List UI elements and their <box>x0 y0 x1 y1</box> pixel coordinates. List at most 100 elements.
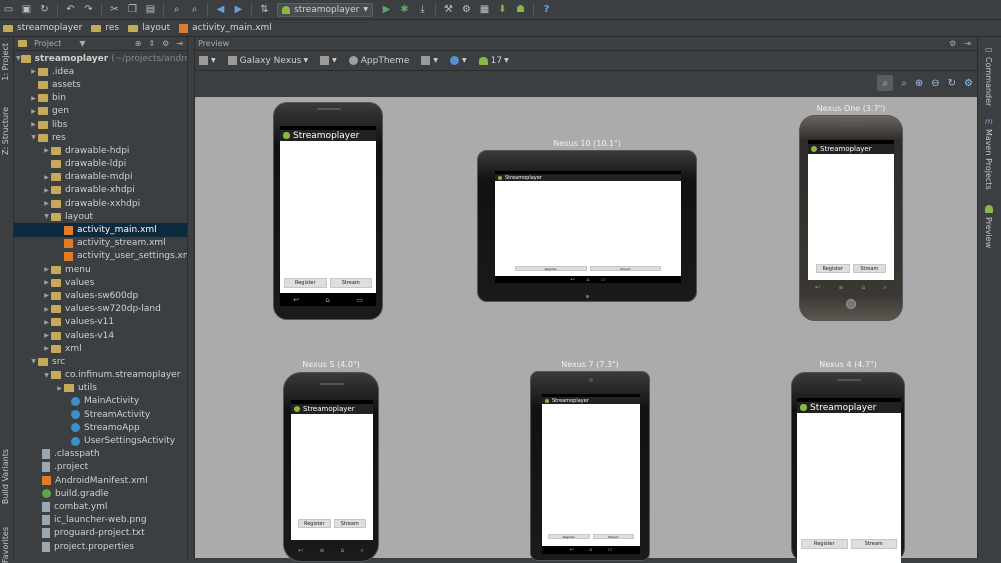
expand-arrow-icon[interactable]: ▶ <box>42 200 51 207</box>
panel-splitter[interactable] <box>188 37 195 558</box>
expand-arrow-icon[interactable]: ▶ <box>42 319 51 326</box>
sdk-manager-icon[interactable]: ⬇ <box>497 4 508 15</box>
stream-button[interactable]: Stream <box>592 534 634 539</box>
make-icon[interactable]: ⇅ <box>259 4 270 15</box>
breadcrumb-item-layout[interactable]: layout <box>128 23 170 33</box>
register-button[interactable]: Register <box>515 266 587 271</box>
gear-icon[interactable]: ⚙ <box>162 39 169 48</box>
attach-debugger-icon[interactable]: ⤓ <box>417 4 428 15</box>
tree-item-launcher-png[interactable]: ic_launcher-web.png <box>14 514 187 527</box>
options-gear-icon[interactable]: ⚙ <box>964 78 973 89</box>
stream-button[interactable]: Stream <box>852 264 886 273</box>
expand-arrow-icon[interactable]: ▶ <box>29 121 38 128</box>
project-structure-icon[interactable]: ⚒ <box>443 4 454 15</box>
breadcrumb-item-res[interactable]: res <box>91 23 119 33</box>
register-button[interactable]: Register <box>284 278 327 288</box>
tree-item-proguard[interactable]: proguard-project.txt <box>14 527 187 540</box>
expand-arrow-icon[interactable]: ▶ <box>42 345 51 352</box>
tab-build-variants[interactable]: Build Variants <box>1 449 10 504</box>
tree-item-classpath[interactable]: .classpath <box>14 448 187 461</box>
expand-arrow-icon[interactable]: ▶ <box>42 279 51 286</box>
device-select[interactable]: Galaxy Nexus ▼ <box>227 56 308 66</box>
redo-icon[interactable]: ↷ <box>83 4 94 15</box>
tree-item-values-v11[interactable]: ▶ values-v11 <box>14 316 187 329</box>
tree-item-values-v14[interactable]: ▶ values-v14 <box>14 329 187 342</box>
expand-arrow-icon[interactable]: ▶ <box>42 147 51 154</box>
expand-arrow-icon[interactable]: ▶ <box>42 187 51 194</box>
sync-icon[interactable]: ↻ <box>39 4 50 15</box>
stream-button[interactable]: Stream <box>589 266 661 271</box>
register-button[interactable]: Register <box>816 264 850 273</box>
stream-button[interactable]: Stream <box>850 539 897 549</box>
expand-arrow-icon[interactable]: ▶ <box>42 306 51 313</box>
expand-arrow-icon[interactable]: ▶ <box>42 266 51 273</box>
tree-item-user-settings-activity[interactable]: UserSettingsActivity <box>14 434 187 447</box>
locale-select[interactable]: ▼ <box>450 56 467 65</box>
back-icon[interactable]: ◀ <box>215 4 226 15</box>
tree-item-gen[interactable]: ▶ gen <box>14 105 187 118</box>
tree-item-values[interactable]: ▶ values <box>14 276 187 289</box>
expand-arrow-icon[interactable]: ▶ <box>29 108 38 115</box>
zoom-in-icon[interactable]: ⊕ <box>915 78 923 89</box>
tree-item-combat-yml[interactable]: combat.yml <box>14 500 187 513</box>
tree-item-menu[interactable]: ▶ menu <box>14 263 187 276</box>
run-icon[interactable]: ▶ <box>381 4 392 15</box>
cut-icon[interactable]: ✂ <box>109 4 120 15</box>
tree-item-src[interactable]: ▼ src <box>14 355 187 368</box>
tree-item-stream-activity[interactable]: StreamActivity <box>14 408 187 421</box>
register-button[interactable]: Register <box>801 539 848 549</box>
expand-arrow-icon[interactable]: ▶ <box>42 174 51 181</box>
tree-item-values-sw600dp[interactable]: ▶ values-sw600dp <box>14 289 187 302</box>
tree-item-bin[interactable]: ▶ bin <box>14 92 187 105</box>
tree-item-utils[interactable]: ▶ utils <box>14 382 187 395</box>
forward-icon[interactable]: ▶ <box>233 4 244 15</box>
tree-item-libs[interactable]: ▶ libs <box>14 118 187 131</box>
tree-item-res[interactable]: ▼ res <box>14 131 187 144</box>
tree-item-streamo-app[interactable]: StreamoApp <box>14 421 187 434</box>
copy-icon[interactable]: ❐ <box>127 4 138 15</box>
run-configuration-select[interactable]: streamoplayer ▼ <box>277 2 373 17</box>
expand-arrow-icon[interactable]: ▼ <box>42 213 51 220</box>
tree-item-activity-user-settings[interactable]: activity_user_settings.xml <box>14 250 187 263</box>
hide-icon[interactable]: ⇥ <box>964 39 971 48</box>
expand-arrow-icon[interactable]: ▶ <box>55 385 64 392</box>
stream-button[interactable]: Stream <box>333 519 366 528</box>
expand-arrow-icon[interactable]: ▶ <box>42 332 51 339</box>
replace-icon[interactable]: ⌕ <box>189 4 200 15</box>
register-button[interactable]: Register <box>548 534 590 539</box>
settings-icon[interactable]: ⚙ <box>461 4 472 15</box>
expand-arrow-icon[interactable]: ▶ <box>29 95 38 102</box>
theme-select[interactable]: AppTheme <box>348 56 409 66</box>
paste-icon[interactable]: ▤ <box>145 4 156 15</box>
tree-item-activity-stream[interactable]: activity_stream.xml <box>14 237 187 250</box>
hide-icon[interactable]: ⇥ <box>176 39 183 48</box>
zoom-actual-icon[interactable]: ⌕ <box>901 78 907 89</box>
expand-arrow-icon[interactable]: ▼ <box>29 358 38 365</box>
tree-item-layout[interactable]: ▼ layout <box>14 210 187 223</box>
zoom-out-icon[interactable]: ⊖ <box>931 78 939 89</box>
tree-item-main-activity[interactable]: MainActivity <box>14 395 187 408</box>
expand-arrow-icon[interactable]: ▼ <box>42 372 51 379</box>
tab-commander[interactable]: Commander <box>984 57 993 106</box>
collapse-all-icon[interactable]: ⇕ <box>148 39 155 48</box>
tree-item-drawable-ldpi[interactable]: drawable-ldpi <box>14 158 187 171</box>
refresh-icon[interactable]: ↻ <box>948 78 956 89</box>
undo-icon[interactable]: ↶ <box>65 4 76 15</box>
help-icon[interactable]: ? <box>541 4 552 15</box>
expand-arrow-icon[interactable]: ▶ <box>29 68 38 75</box>
tree-item-manifest[interactable]: AndroidManifest.xml <box>14 474 187 487</box>
breadcrumb-item-project[interactable]: streamoplayer <box>3 23 82 33</box>
tree-item-project-file[interactable]: .project <box>14 461 187 474</box>
scroll-from-source-icon[interactable]: ⊕ <box>135 39 142 48</box>
breadcrumb-item-file[interactable]: activity_main.xml <box>179 23 272 33</box>
tree-item-drawable-xxhdpi[interactable]: ▶ drawable-xxhdpi <box>14 197 187 210</box>
open-folder-icon[interactable]: ▭ <box>3 4 14 15</box>
expand-arrow-icon[interactable]: ▶ <box>42 292 51 299</box>
register-button[interactable]: Register <box>298 519 331 528</box>
expand-arrow-icon[interactable]: ▼ <box>29 134 38 141</box>
tree-item-assets[interactable]: assets <box>14 78 187 91</box>
stream-button[interactable]: Stream <box>329 278 372 288</box>
expand-arrow-icon[interactable]: ▼ <box>16 55 21 62</box>
configuration-select[interactable]: ▼ <box>199 56 216 65</box>
android-monitor-icon[interactable]: ☗ <box>515 4 526 15</box>
